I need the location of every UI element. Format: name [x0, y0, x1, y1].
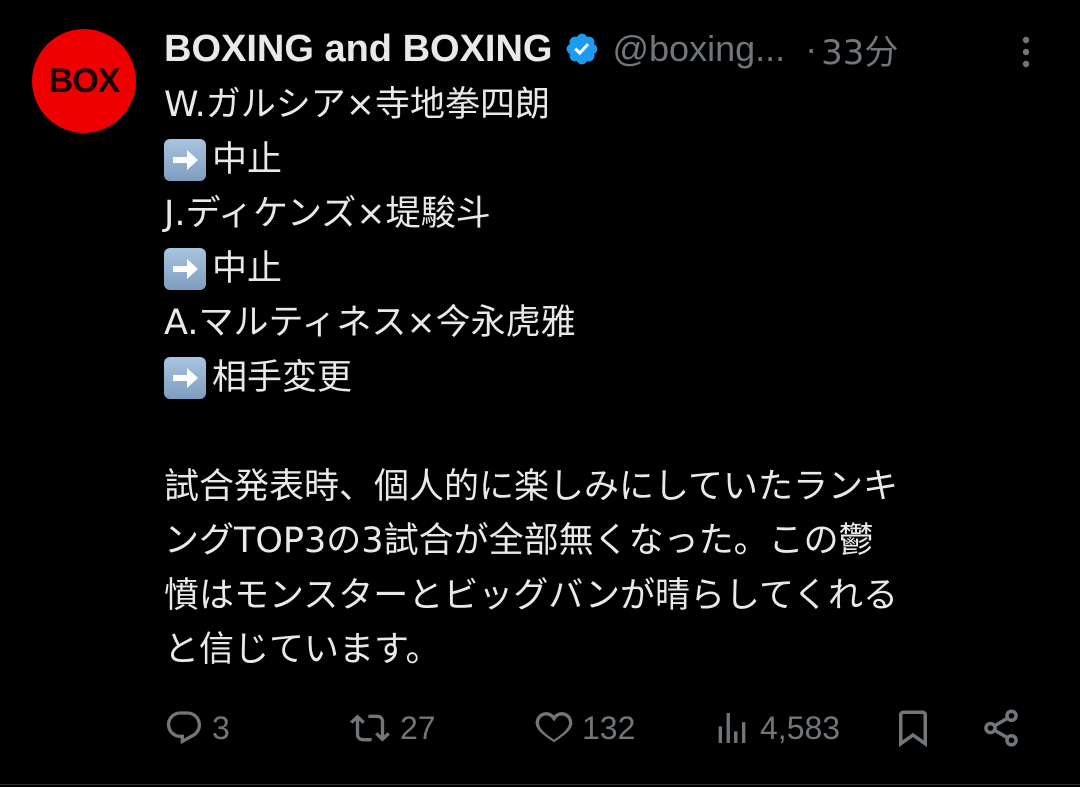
more-options-icon[interactable] [1012, 32, 1040, 72]
tweet-line-text: J.ディケンズ×堤駿斗 [164, 194, 491, 234]
tweet-line: A.マルティネス×今永虎雅 [164, 296, 1054, 351]
tweet[interactable]: BOX BOXING and BOXING @boxing... · 33分 W… [0, 0, 1080, 787]
like-count: 132 [582, 709, 636, 746]
bookmark-button[interactable] [892, 700, 934, 756]
reply-button[interactable]: 3 [164, 700, 230, 756]
verified-badge-icon[interactable] [564, 31, 600, 67]
paragraph-line: 試合発表時、個人的に楽しみにしていたランキ [164, 466, 898, 507]
author-handle[interactable]: @boxing... [612, 28, 785, 70]
paragraph-line: と信じています。 [164, 630, 441, 670]
right-arrow-emoji-icon [164, 356, 206, 399]
tweet-line-text: 中止 [212, 139, 283, 180]
right-arrow-emoji-icon [164, 247, 206, 290]
retweet-button[interactable]: 27 [348, 700, 436, 756]
tweet-line: J.ディケンズ×堤駿斗 [164, 187, 1054, 242]
tweet-line: W.ガルシア×寺地拳四朗 [164, 78, 1054, 133]
reply-count: 3 [212, 709, 230, 746]
reply-icon [166, 711, 202, 745]
tweet-line: 中止 [164, 242, 1054, 297]
tweet-line-text: A.マルティネス×今永虎雅 [164, 303, 576, 343]
right-arrow-emoji-icon [164, 138, 206, 181]
tweet-actions: 3 27 132 4,583 [164, 700, 1034, 756]
share-icon [984, 709, 1018, 747]
tweet-header: BOXING and BOXING @boxing... · 33分 [164, 25, 898, 74]
share-button[interactable] [980, 700, 1022, 756]
views-chart-icon [718, 713, 746, 743]
paragraph-line: 憤はモンスターとビッグバンが晴らしてくれる [164, 575, 898, 616]
tweet-line-text: W.ガルシア×寺地拳四朗 [164, 85, 551, 125]
bookmark-icon [899, 710, 927, 748]
tweet-time[interactable]: 33分 [821, 25, 898, 74]
tweet-body: W.ガルシア×寺地拳四朗 中止 J.ディケンズ×堤駿斗 中止 A.マルティネス×… [164, 78, 1054, 678]
author-name[interactable]: BOXING and BOXING [164, 28, 552, 71]
avatar[interactable]: BOX [32, 29, 136, 133]
like-button[interactable]: 132 [534, 700, 635, 756]
retweet-icon [350, 714, 390, 742]
tweet-paragraph: 試合発表時、個人的に楽しみにしていたランキ ングTOP3の3試合が全部無くなった… [164, 460, 1054, 678]
retweet-count: 27 [400, 709, 436, 746]
tweet-line: 相手変更 [164, 351, 1054, 406]
tweet-divider [0, 784, 1080, 785]
avatar-logo-text: BOX [48, 61, 121, 100]
tweet-line-text: 中止 [212, 248, 283, 289]
paragraph-line: ングTOP3の3試合が全部無くなった。この鬱 [164, 521, 874, 561]
tweet-line: 中止 [164, 133, 1054, 188]
tweet-line-text: 相手変更 [212, 357, 353, 398]
views-count: 4,583 [760, 709, 841, 746]
views-button[interactable]: 4,583 [712, 700, 840, 756]
heart-icon [535, 712, 573, 743]
separator-dot: · [805, 28, 818, 69]
